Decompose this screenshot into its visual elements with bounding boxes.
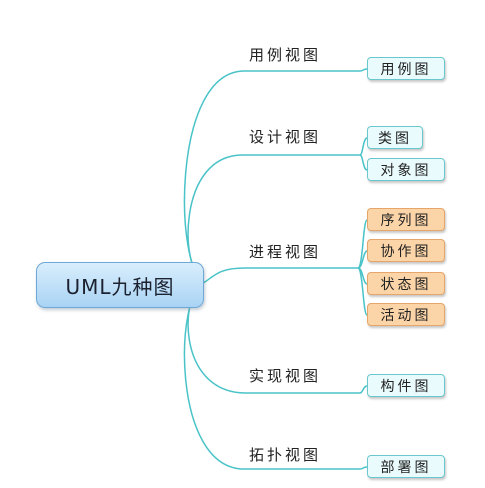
connector-usecase-leaf [359,68,368,72]
branch-label-design[interactable]: 设计视图 [249,126,321,147]
leaf-state-diagram[interactable]: 状态图 [367,272,445,295]
branch-label-topology[interactable]: 拓扑视图 [249,444,321,465]
connector-topology-leaf [359,466,368,470]
branch-label-impl[interactable]: 实现视图 [249,365,321,386]
branch-label-usecase[interactable]: 用例视图 [249,44,321,65]
connector-design-leaf-2 [359,154,368,171]
connector-impl-leaf [359,385,368,394]
leaf-sequence-diagram[interactable]: 序列图 [367,208,445,231]
root-label: UML九种图 [65,274,175,299]
connector-root-design [187,154,360,283]
connector-root-process [204,267,358,283]
leaf-collaboration-diagram[interactable]: 协作图 [367,239,445,262]
branch-label-process[interactable]: 进程视图 [249,241,321,262]
leaf-activity-diagram[interactable]: 活动图 [367,303,445,326]
leaf-object-diagram[interactable]: 对象图 [367,158,445,181]
root-node[interactable]: UML九种图 [36,262,204,308]
connector-design-leaf-1 [359,137,368,156]
leaf-deployment-diagram[interactable]: 部署图 [367,455,445,478]
leaf-usecase-diagram[interactable]: 用例图 [367,57,445,80]
leaf-class-diagram[interactable]: 类图 [367,126,423,149]
leaf-component-diagram[interactable]: 构件图 [367,374,445,397]
